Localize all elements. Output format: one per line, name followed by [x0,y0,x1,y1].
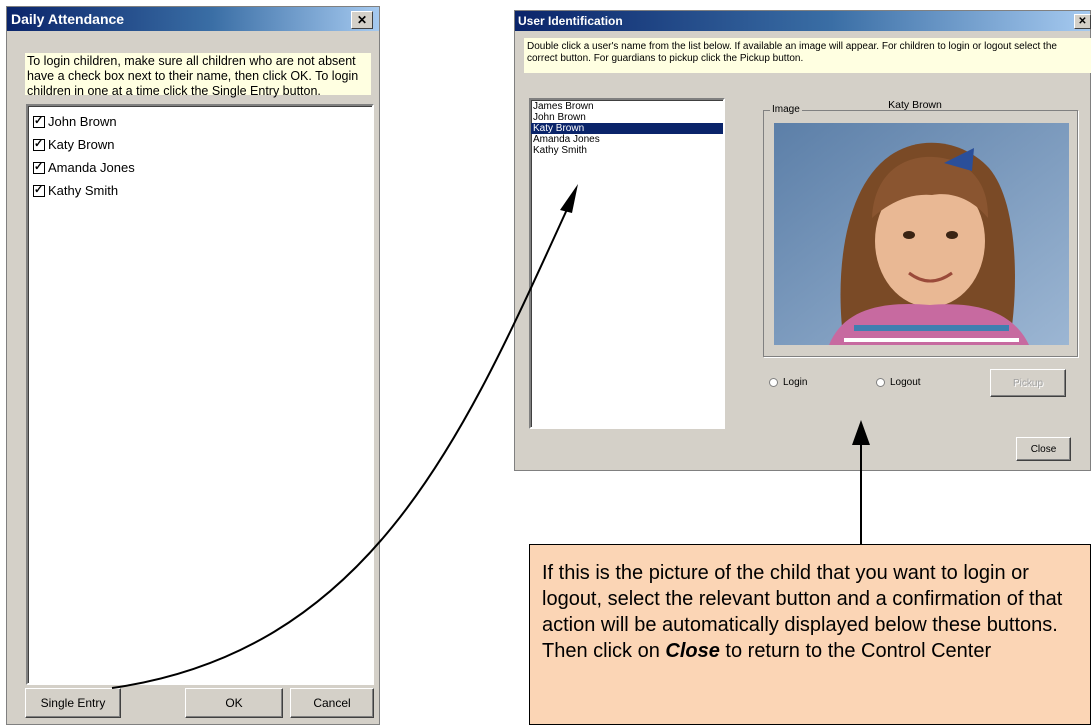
checkmark-icon: ✓ [34,160,44,173]
daily-attendance-titlebar[interactable]: Daily Attendance [7,7,379,31]
daily-attendance-close-button[interactable]: ✕ [351,11,373,29]
user-identification-instructions: Double click a user's name from the list… [524,38,1091,73]
image-group-label: Image [770,104,802,115]
login-radio[interactable]: Login [769,377,807,388]
daily-attendance-instructions: To login children, make sure all childre… [25,53,371,98]
checkbox[interactable]: ✓ [33,183,45,197]
user-list-item[interactable]: Amanda Jones [531,134,723,145]
child-checklist-item[interactable]: ✓ Kathy Smith [28,179,372,202]
child-photo [774,123,1069,345]
user-list-item[interactable]: John Brown [531,112,723,123]
child-name: Amanda Jones [48,160,135,175]
ok-button[interactable]: OK [185,688,283,718]
image-groupbox: Image [763,104,1078,357]
child-name: Kathy Smith [48,183,119,198]
callout-emphasis: Close [665,640,720,662]
checkmark-icon: ✓ [34,183,44,196]
daily-attendance-dialog: Daily Attendance ✕ To login children, ma… [6,6,380,725]
user-list-item[interactable]: James Brown [531,101,723,112]
user-identification-title: User Identification [518,14,623,28]
logout-radio[interactable]: Logout [876,377,921,388]
user-list[interactable]: James Brown John Brown Katy Brown Amanda Jo… [529,98,725,429]
logout-radio-circle[interactable] [876,378,885,387]
single-entry-button[interactable]: Single Entry [25,688,121,718]
child-name: John Brown [48,114,117,129]
child-checklist-item[interactable]: ✓ Amanda Jones [28,156,372,179]
user-identification-titlebar[interactable]: User Identification [515,11,1090,31]
cancel-button[interactable]: Cancel [290,688,374,718]
user-list-item[interactable]: Katy Brown [531,123,723,134]
checkmark-icon: ✓ [34,114,44,127]
close-icon: ✕ [1078,16,1087,27]
daily-attendance-title: Daily Attendance [11,11,125,27]
logout-label: Logout [890,377,921,388]
instruction-callout: If this is the picture of the child that… [529,544,1091,725]
close-icon: ✕ [356,13,368,27]
checkbox[interactable]: ✓ [33,114,45,128]
callout-text-end: to return to the Control Center [719,640,992,662]
login-label: Login [783,377,808,388]
child-name: Katy Brown [48,137,115,152]
user-identification-close-icon-button[interactable]: ✕ [1074,14,1091,29]
checkbox[interactable]: ✓ [33,137,45,151]
user-identification-dialog: User Identification ✕ Double click a use… [514,10,1091,471]
user-list-item[interactable]: Kathy Smith [531,145,723,156]
close-button[interactable]: Close [1016,437,1071,461]
child-checklist-item[interactable]: ✓ John Brown [28,110,372,133]
checkmark-icon: ✓ [34,137,44,150]
pickup-button[interactable]: Pickup [990,369,1066,397]
children-checklist[interactable]: ✓ John Brown ✓ Katy Brown ✓ Amanda Jones ✓ Kath… [26,104,374,685]
child-checklist-item[interactable]: ✓ Katy Brown [28,133,372,156]
login-radio-circle[interactable] [769,378,778,387]
checkbox[interactable]: ✓ [33,160,45,174]
